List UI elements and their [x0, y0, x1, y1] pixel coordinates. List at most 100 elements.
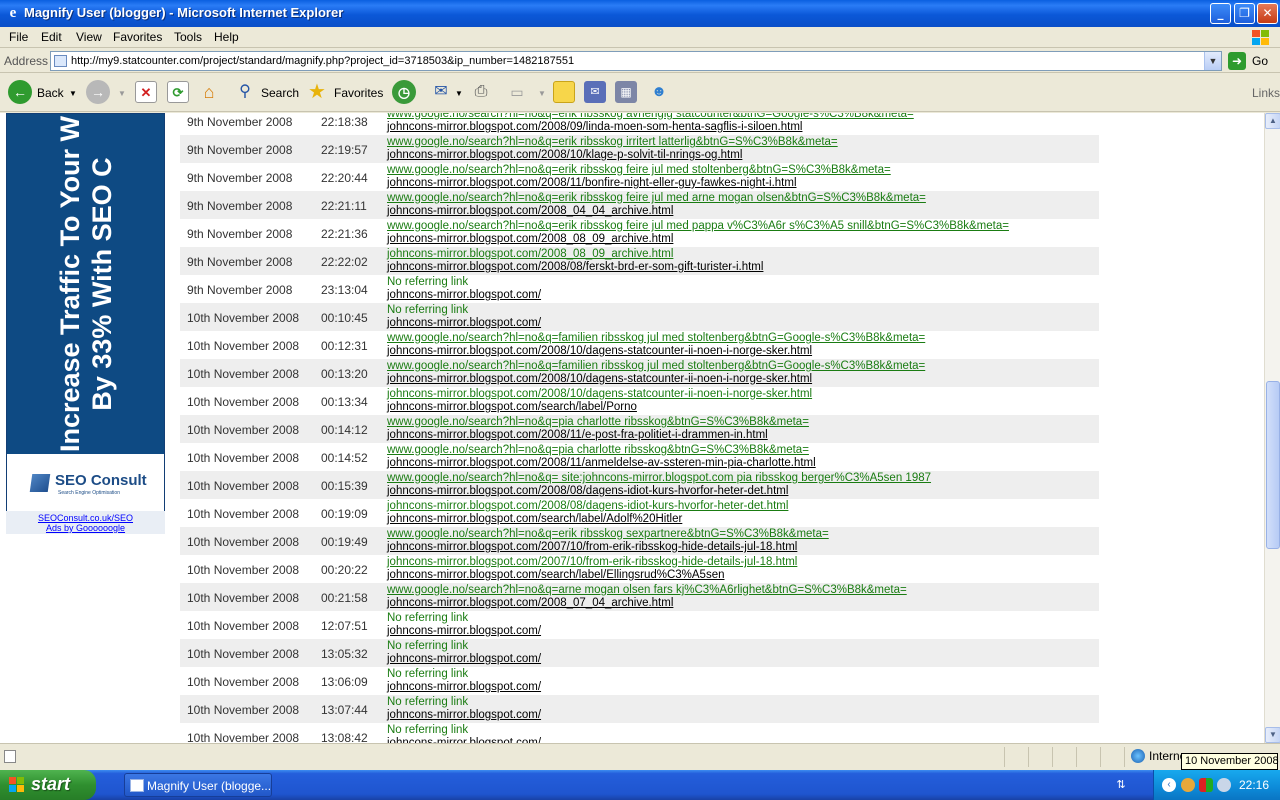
destination-link[interactable]: johncons-mirror.blogspot.com/: [387, 317, 541, 330]
refresh-button[interactable]: ⟳: [167, 80, 191, 106]
tray-expand-icon[interactable]: ‹: [1162, 778, 1176, 792]
destination-link[interactable]: johncons-mirror.blogspot.com/search/labe…: [387, 569, 725, 582]
tray-globe-icon[interactable]: [1181, 778, 1195, 792]
minimize-button[interactable]: _: [1210, 3, 1231, 24]
history-button[interactable]: ◷: [392, 80, 418, 106]
ad-headline-line1: Increase Traffic To Your W: [55, 115, 85, 453]
destination-link[interactable]: johncons-mirror.blogspot.com/search/labe…: [387, 401, 637, 414]
edit-button[interactable]: ▭ ▼: [506, 80, 546, 106]
destination-link[interactable]: johncons-mirror.blogspot.com/2008_04_04_…: [387, 205, 673, 218]
destination-link[interactable]: johncons-mirror.blogspot.com/2008/08/dag…: [387, 485, 788, 498]
taskbar-item-ie[interactable]: Magnify User (blogge...: [124, 773, 272, 797]
referrer-link[interactable]: johncons-mirror.blogspot.com/2008_08_09_…: [387, 248, 673, 261]
back-dropdown-icon[interactable]: ▼: [69, 89, 77, 98]
destination-link[interactable]: johncons-mirror.blogspot.com/2008/11/bon…: [387, 177, 797, 190]
start-button[interactable]: start: [0, 770, 96, 800]
status-divider: [1004, 747, 1005, 767]
referrer-link[interactable]: johncons-mirror.blogspot.com/2007/10/fro…: [387, 556, 797, 569]
destination-link[interactable]: johncons-mirror.blogspot.com/2008/10/dag…: [387, 373, 812, 386]
referrer-link: No referring link: [387, 276, 469, 288]
scroll-thumb[interactable]: [1266, 381, 1280, 549]
visit-date: 10th November 2008: [187, 703, 300, 717]
forward-button[interactable]: → ▼: [86, 80, 126, 106]
referrer-link[interactable]: johncons-mirror.blogspot.com/2008/08/dag…: [387, 500, 788, 513]
visit-time: 13:06:09: [321, 675, 368, 689]
destination-link[interactable]: johncons-mirror.blogspot.com/2008/10/kla…: [387, 149, 742, 162]
go-button[interactable]: ➜ Go: [1228, 52, 1278, 70]
visit-date: 10th November 2008: [187, 311, 300, 325]
visit-time: 00:19:09: [321, 507, 368, 521]
referrer-link[interactable]: johncons-mirror.blogspot.com/2008/10/dag…: [387, 388, 812, 401]
destination-link[interactable]: johncons-mirror.blogspot.com/2008/09/lin…: [387, 121, 802, 134]
destination-link[interactable]: johncons-mirror.blogspot.com/: [387, 653, 541, 666]
address-dropdown-icon[interactable]: ▼: [1204, 52, 1221, 70]
vertical-scrollbar[interactable]: ▲ ▼: [1264, 113, 1280, 743]
ad-banner[interactable]: Increase Traffic To Your W By 33% With S…: [6, 113, 165, 533]
mail-button[interactable]: ✉ ▼: [430, 80, 466, 106]
referrer-link[interactable]: www.google.no/search?hl=no&q=erik ribssk…: [387, 113, 914, 121]
referrer-link[interactable]: www.google.no/search?hl=no&q= site:johnc…: [387, 472, 931, 485]
menu-view[interactable]: View: [76, 30, 102, 44]
ad-footer-link[interactable]: SEOConsult.co.uk/SEO: [6, 513, 165, 523]
referrer-link[interactable]: www.google.no/search?hl=no&q=erik ribssk…: [387, 528, 829, 541]
visit-time: 00:14:52: [321, 451, 368, 465]
mail-dropdown-icon[interactable]: ▼: [455, 89, 463, 98]
tray-volume-icon[interactable]: [1217, 778, 1231, 792]
tray-app-icon[interactable]: [1199, 778, 1213, 792]
referrer-link[interactable]: www.google.no/search?hl=no&q=pia charlot…: [387, 444, 809, 457]
discuss-button[interactable]: [553, 80, 577, 106]
forward-dropdown-icon[interactable]: ▼: [118, 89, 126, 98]
visit-date: 9th November 2008: [187, 171, 293, 185]
scroll-up-icon[interactable]: ▲: [1265, 113, 1280, 129]
referrer-link[interactable]: www.google.no/search?hl=no&q=erik ribssk…: [387, 164, 891, 177]
destination-link[interactable]: johncons-mirror.blogspot.com/: [387, 289, 541, 302]
destination-link[interactable]: johncons-mirror.blogspot.com/2008/08/fer…: [387, 261, 763, 274]
network-icon[interactable]: ⇅: [1113, 777, 1129, 793]
print-button[interactable]: ⎙: [470, 80, 494, 106]
contacts-button[interactable]: ☻: [648, 80, 672, 106]
address-input[interactable]: http://my9.statcounter.com/project/stand…: [50, 51, 1222, 71]
title-bar[interactable]: e Magnify User (blogger) - Microsoft Int…: [0, 0, 1280, 27]
destination-link[interactable]: johncons-mirror.blogspot.com/2008/11/anm…: [387, 457, 816, 470]
destination-link[interactable]: johncons-mirror.blogspot.com/: [387, 681, 541, 694]
destination-link[interactable]: johncons-mirror.blogspot.com/search/labe…: [387, 513, 682, 526]
destination-link[interactable]: johncons-mirror.blogspot.com/2008/11/e-p…: [387, 429, 768, 442]
clock[interactable]: 22:16: [1239, 778, 1269, 792]
destination-link[interactable]: johncons-mirror.blogspot.com/2008/10/dag…: [387, 345, 812, 358]
referrer-link[interactable]: www.google.no/search?hl=no&q=familien ri…: [387, 360, 925, 373]
referrer-link[interactable]: www.google.no/search?hl=no&q=arne mogan …: [387, 584, 907, 597]
edit-dropdown-icon[interactable]: ▼: [538, 89, 546, 98]
close-button[interactable]: ✕: [1257, 3, 1278, 24]
menu-help[interactable]: Help: [214, 30, 239, 44]
table-row: 10th November 2008 00:15:39 www.google.no/…: [180, 471, 1099, 499]
home-button[interactable]: ⌂: [198, 80, 224, 106]
destination-link[interactable]: johncons-mirror.blogspot.com/: [387, 625, 541, 638]
research-button[interactable]: ▦: [615, 80, 639, 106]
menu-edit[interactable]: Edit: [41, 30, 62, 44]
referrer-link[interactable]: www.google.no/search?hl=no&q=erik ribssk…: [387, 220, 1009, 233]
home-icon: ⌂: [203, 82, 215, 102]
favorites-button[interactable]: ★ Favorites: [306, 80, 386, 106]
scroll-down-icon[interactable]: ▼: [1265, 727, 1280, 743]
links-label[interactable]: Links: [1252, 86, 1280, 100]
address-url[interactable]: http://my9.statcounter.com/project/stand…: [71, 55, 574, 67]
back-button[interactable]: ← Back ▼: [8, 80, 78, 106]
menu-file[interactable]: File: [9, 30, 28, 44]
referrer-link[interactable]: www.google.no/search?hl=no&q=erik ribssk…: [387, 136, 838, 149]
destination-link[interactable]: johncons-mirror.blogspot.com/2007/10/fro…: [387, 541, 797, 554]
destination-link[interactable]: johncons-mirror.blogspot.com/: [387, 709, 541, 722]
menu-favorites[interactable]: Favorites: [113, 30, 162, 44]
visit-date: 10th November 2008: [187, 507, 300, 521]
search-button[interactable]: ⚲ Search: [234, 80, 304, 106]
destination-link[interactable]: johncons-mirror.blogspot.com/2008_08_09_…: [387, 233, 673, 246]
stop-button[interactable]: ✕: [135, 80, 159, 106]
referrer-link[interactable]: www.google.no/search?hl=no&q=familien ri…: [387, 332, 925, 345]
destination-link[interactable]: johncons-mirror.blogspot.com/2008_07_04_…: [387, 597, 673, 610]
messenger-button[interactable]: ✉: [584, 80, 608, 106]
referrer-link[interactable]: www.google.no/search?hl=no&q=erik ribssk…: [387, 192, 926, 205]
referrer-link[interactable]: www.google.no/search?hl=no&q=pia charlot…: [387, 416, 809, 429]
maximize-button[interactable]: ❐: [1234, 3, 1255, 24]
ad-footer-ads[interactable]: Ads by Goooooogle: [6, 523, 165, 533]
browser-window: e Magnify User (blogger) - Microsoft Int…: [0, 0, 1280, 770]
menu-tools[interactable]: Tools: [174, 30, 202, 44]
